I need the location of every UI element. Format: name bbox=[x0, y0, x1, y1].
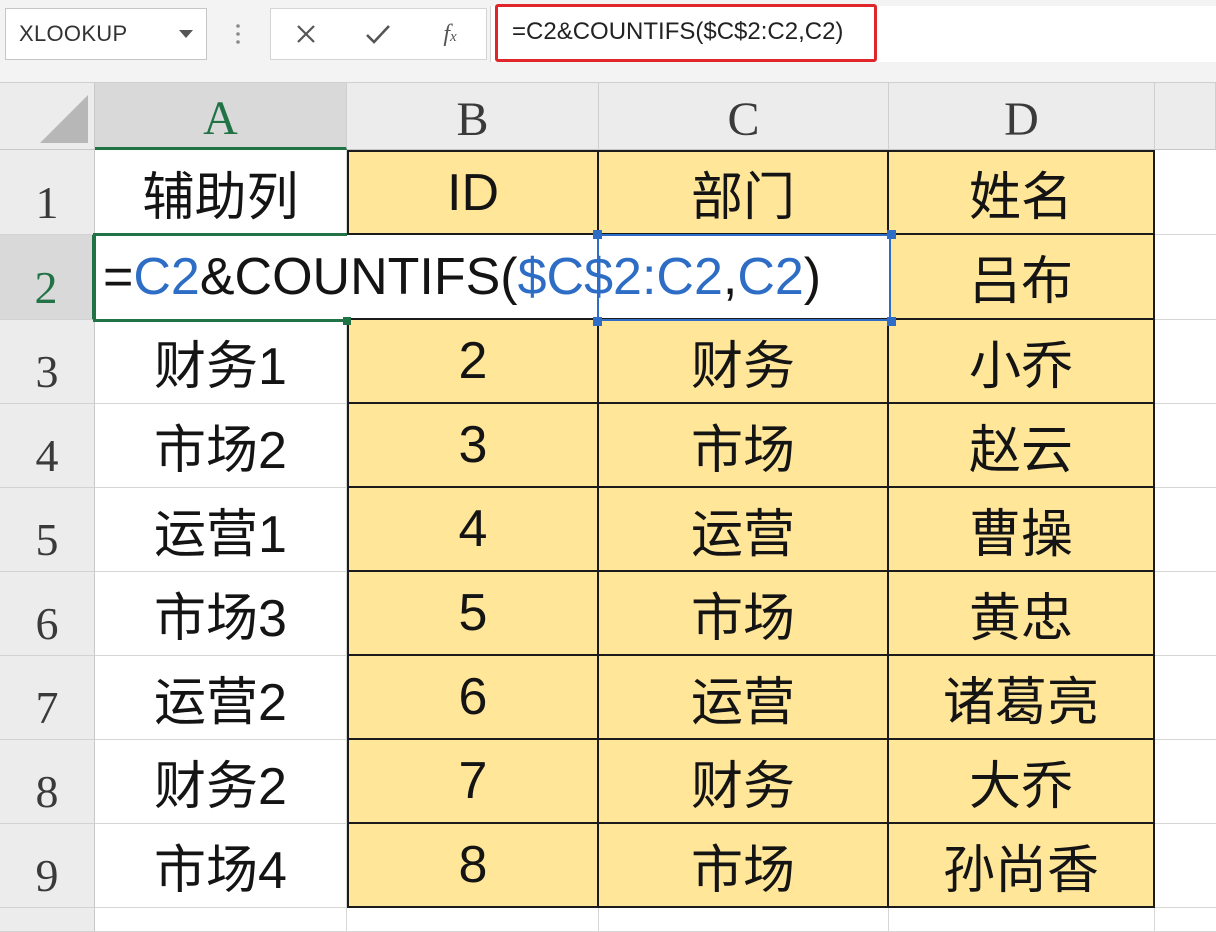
select-all-triangle-icon bbox=[40, 95, 88, 143]
cell-B9[interactable]: 8 bbox=[347, 824, 599, 908]
cell-A6[interactable]: 市场3 bbox=[95, 572, 347, 656]
cell-E1[interactable] bbox=[1155, 150, 1216, 235]
cell-C9[interactable]: 市场 bbox=[599, 824, 889, 908]
row-header-6[interactable]: 6 bbox=[0, 572, 95, 656]
enter-button[interactable] bbox=[357, 14, 399, 54]
cell-E8[interactable] bbox=[1155, 740, 1216, 824]
cell-E2[interactable] bbox=[1155, 235, 1216, 320]
cell-C6[interactable]: 市场 bbox=[599, 572, 889, 656]
column-header-B[interactable]: B bbox=[347, 82, 599, 150]
active-cell-border bbox=[93, 233, 347, 322]
range-handle-top-right[interactable] bbox=[887, 230, 896, 239]
cell-D10[interactable] bbox=[889, 908, 1155, 932]
cell-D2[interactable]: 吕布 bbox=[889, 235, 1155, 320]
formula-bar[interactable]: =C2&COUNTIFS($C$2:C2,C2) bbox=[490, 4, 1216, 62]
cell-A5[interactable]: 运营1 bbox=[95, 488, 347, 572]
fx-icon: fx bbox=[443, 20, 457, 47]
cell-E6[interactable] bbox=[1155, 572, 1216, 656]
name-box-value: XLOOKUP bbox=[19, 21, 128, 46]
check-icon bbox=[366, 25, 390, 44]
cell-B3[interactable]: 2 bbox=[347, 320, 599, 404]
fill-handle[interactable] bbox=[343, 317, 351, 325]
formula-bar-text[interactable]: =C2&COUNTIFS($C$2:C2,C2) bbox=[512, 6, 843, 58]
column-header-A[interactable]: A bbox=[95, 82, 347, 150]
row-header-3[interactable]: 3 bbox=[0, 320, 95, 404]
cell-E5[interactable] bbox=[1155, 488, 1216, 572]
range-handle-top-left[interactable] bbox=[593, 230, 602, 239]
cell-D4[interactable]: 赵云 bbox=[889, 404, 1155, 488]
cell-A9[interactable]: 市场4 bbox=[95, 824, 347, 908]
cell-C1[interactable]: 部门 bbox=[599, 150, 889, 235]
chevron-down-icon[interactable] bbox=[179, 30, 193, 39]
more-vertical-icon[interactable] bbox=[232, 22, 244, 48]
cell-D1[interactable]: 姓名 bbox=[889, 150, 1155, 235]
column-header-D[interactable]: D bbox=[889, 82, 1155, 150]
cell-D5[interactable]: 曹操 bbox=[889, 488, 1155, 572]
select-all-corner[interactable] bbox=[0, 82, 95, 150]
cell-E3[interactable] bbox=[1155, 320, 1216, 404]
row-header-8[interactable]: 8 bbox=[0, 740, 95, 824]
cell-A4[interactable]: 市场2 bbox=[95, 404, 347, 488]
column-header-next[interactable] bbox=[1155, 82, 1216, 150]
cell-A3[interactable]: 财务1 bbox=[95, 320, 347, 404]
cell-C4[interactable]: 市场 bbox=[599, 404, 889, 488]
cell-B4[interactable]: 3 bbox=[347, 404, 599, 488]
row-header-10[interactable] bbox=[0, 908, 95, 932]
reference-range-highlight[interactable] bbox=[597, 234, 891, 321]
cell-B10[interactable] bbox=[347, 908, 599, 932]
row-header-7[interactable]: 7 bbox=[0, 656, 95, 740]
cell-D6[interactable]: 黄忠 bbox=[889, 572, 1155, 656]
cell-B8[interactable]: 7 bbox=[347, 740, 599, 824]
cell-D9[interactable]: 孙尚香 bbox=[889, 824, 1155, 908]
row-header-4[interactable]: 4 bbox=[0, 404, 95, 488]
cell-C10[interactable] bbox=[599, 908, 889, 932]
range-handle-bottom-left[interactable] bbox=[593, 317, 602, 326]
row-header-5[interactable]: 5 bbox=[0, 488, 95, 572]
cell-C5[interactable]: 运营 bbox=[599, 488, 889, 572]
insert-function-button[interactable]: fx bbox=[429, 14, 471, 54]
formula-buttons: fx bbox=[270, 8, 487, 60]
cell-A7[interactable]: 运营2 bbox=[95, 656, 347, 740]
range-handle-bottom-right[interactable] bbox=[887, 317, 896, 326]
row-header-9[interactable]: 9 bbox=[0, 824, 95, 908]
cell-D3[interactable]: 小乔 bbox=[889, 320, 1155, 404]
cell-D8[interactable]: 大乔 bbox=[889, 740, 1155, 824]
row-header-2[interactable]: 2 bbox=[0, 235, 95, 320]
cell-C3[interactable]: 财务 bbox=[599, 320, 889, 404]
cell-B5[interactable]: 4 bbox=[347, 488, 599, 572]
cell-D7[interactable]: 诸葛亮 bbox=[889, 656, 1155, 740]
cell-E7[interactable] bbox=[1155, 656, 1216, 740]
cell-B1[interactable]: ID bbox=[347, 150, 599, 235]
cell-A10[interactable] bbox=[95, 908, 347, 932]
cell-A8[interactable]: 财务2 bbox=[95, 740, 347, 824]
column-header-C[interactable]: C bbox=[599, 82, 889, 150]
cell-E10[interactable] bbox=[1155, 908, 1216, 932]
row-header-1[interactable]: 1 bbox=[0, 150, 95, 235]
name-box[interactable]: XLOOKUP bbox=[5, 8, 207, 60]
cell-B6[interactable]: 5 bbox=[347, 572, 599, 656]
cell-C8[interactable]: 财务 bbox=[599, 740, 889, 824]
cell-A1[interactable]: 辅助列 bbox=[95, 150, 347, 235]
cell-B7[interactable]: 6 bbox=[347, 656, 599, 740]
close-icon bbox=[297, 25, 315, 43]
cell-E9[interactable] bbox=[1155, 824, 1216, 908]
cell-E4[interactable] bbox=[1155, 404, 1216, 488]
cancel-button[interactable] bbox=[285, 14, 327, 54]
cell-C7[interactable]: 运营 bbox=[599, 656, 889, 740]
